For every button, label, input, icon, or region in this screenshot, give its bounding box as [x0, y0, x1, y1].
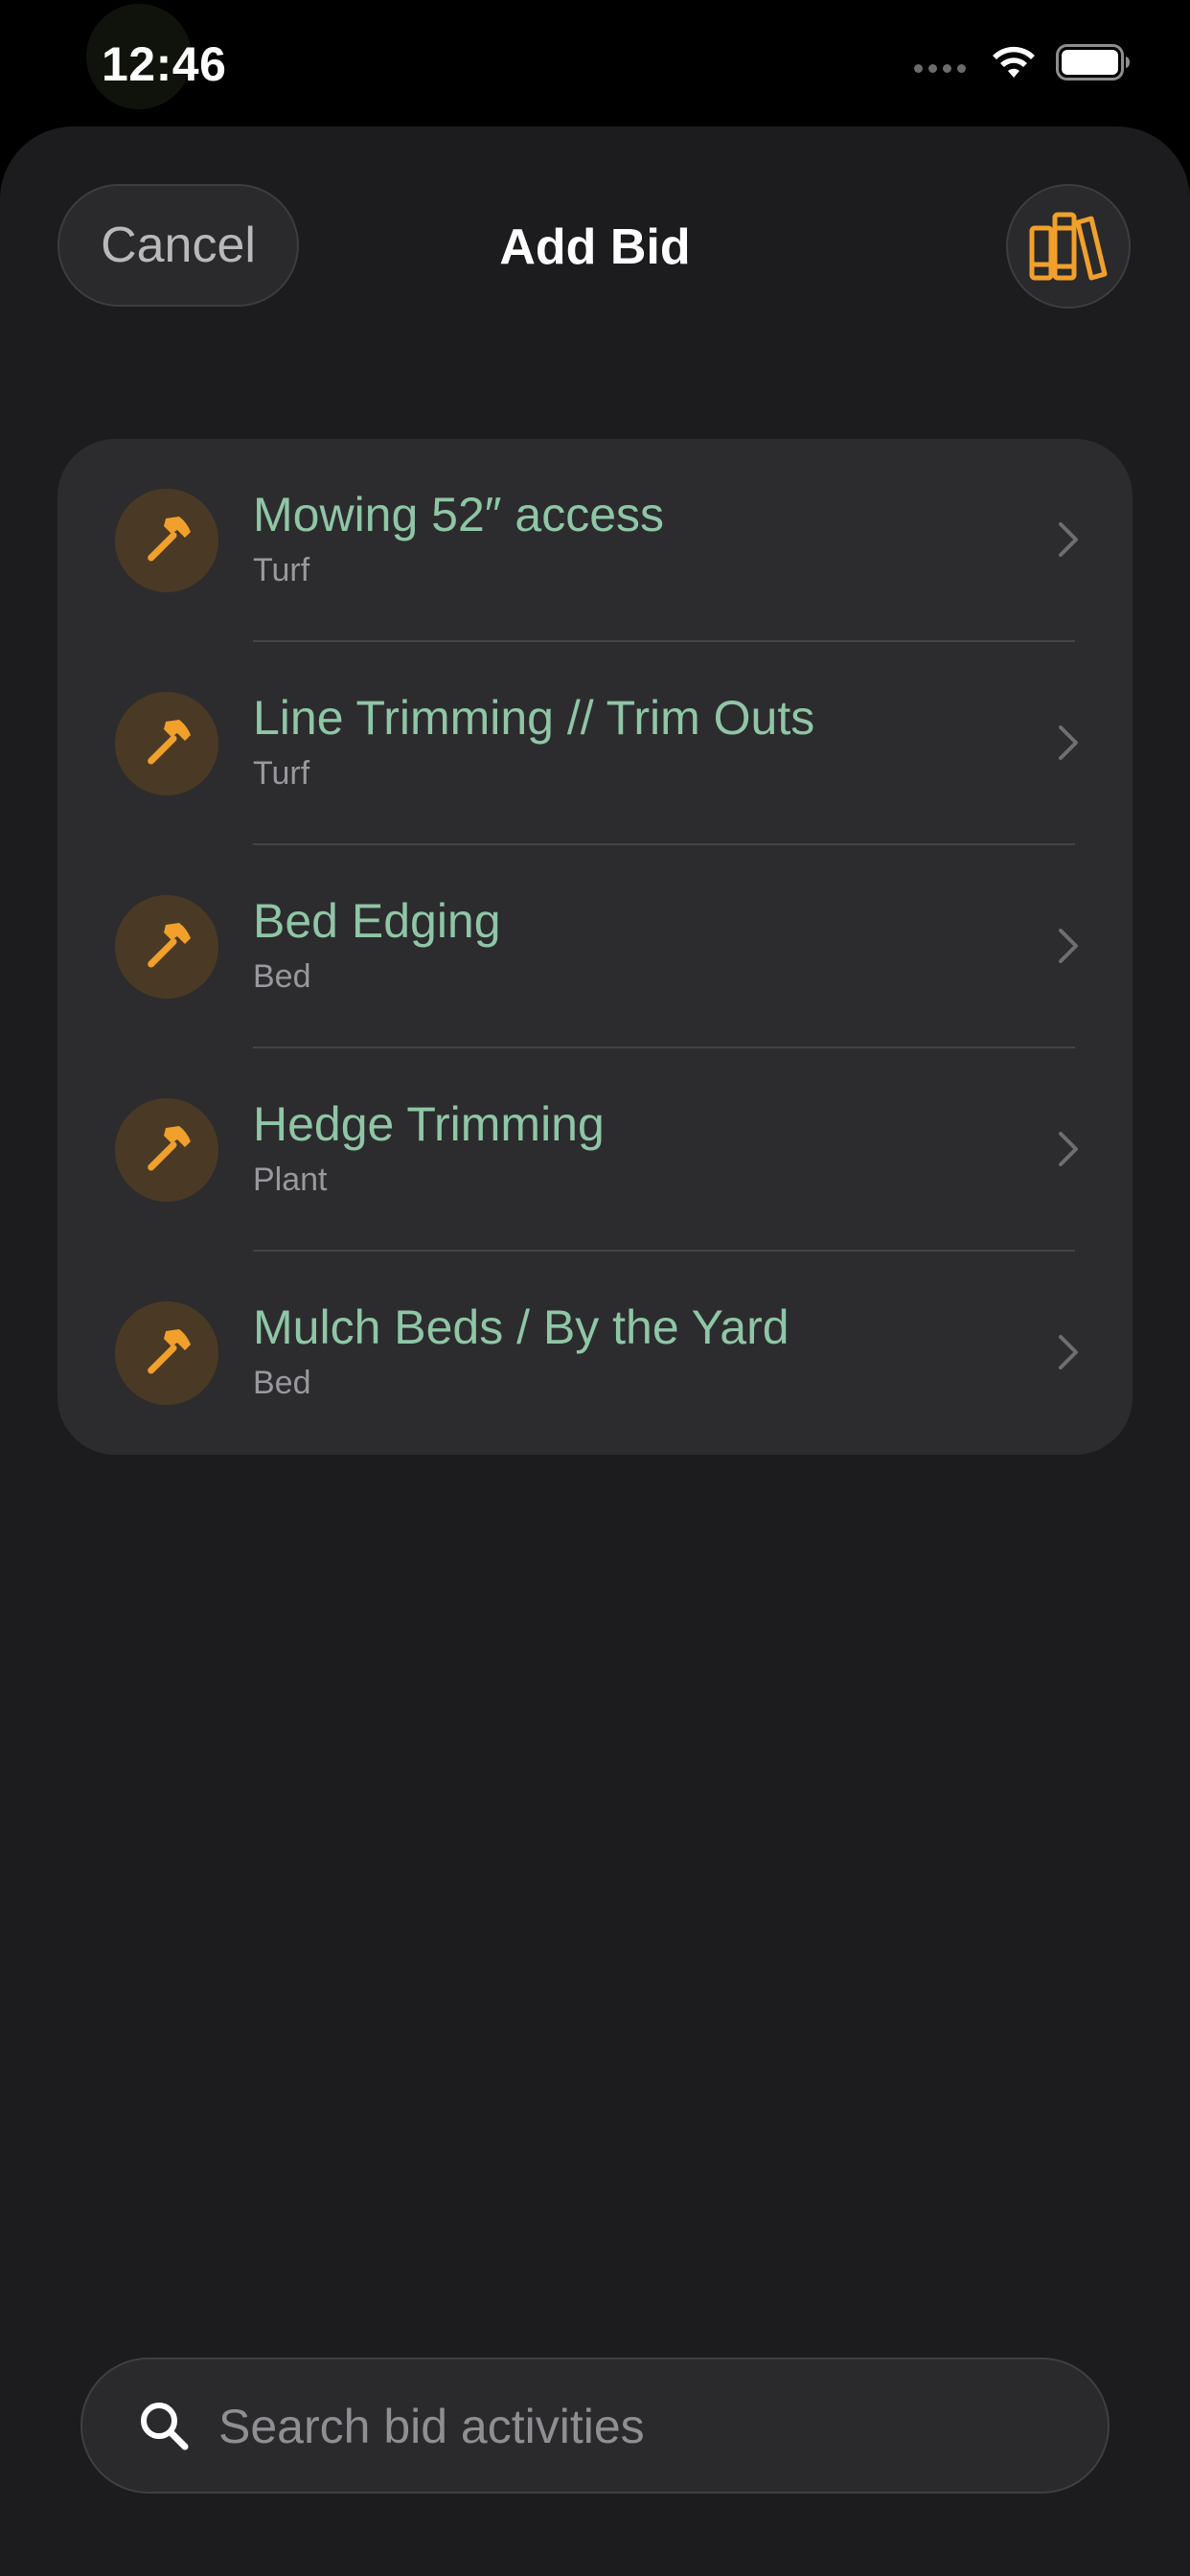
list-item[interactable]: Mulch Beds / By the Yard Bed	[57, 1252, 1133, 1455]
battery-icon	[1056, 44, 1130, 80]
search-bar[interactable]	[80, 2358, 1110, 2494]
item-icon-badge	[115, 895, 218, 999]
item-category: Bed	[253, 1365, 311, 1401]
cellular-signal-icon	[914, 63, 966, 73]
item-icon-badge	[115, 489, 218, 592]
item-title: Bed Edging	[253, 894, 501, 948]
hammer-icon	[148, 923, 191, 968]
list-item[interactable]: Line Trimming // Trim Outs Turf	[57, 642, 1133, 845]
chevron-right-icon	[1059, 1335, 1078, 1369]
chevron-right-icon	[1059, 522, 1078, 557]
list-item[interactable]: Hedge Trimming Plant	[57, 1048, 1133, 1252]
status-time: 12:46	[102, 37, 227, 91]
item-icon-badge	[115, 692, 218, 795]
item-category: Plant	[253, 1162, 328, 1198]
hammer-icon	[148, 720, 191, 765]
list-item[interactable]: Mowing 52″ access Turf	[57, 439, 1133, 642]
search-icon	[141, 2403, 189, 2450]
bid-activity-list: Mowing 52″ access Turf Line Trimming // …	[57, 439, 1133, 1455]
item-title: Hedge Trimming	[253, 1097, 605, 1151]
status-icons	[914, 44, 1131, 80]
hammer-icon	[148, 517, 191, 562]
item-icon-badge	[115, 1301, 218, 1405]
wifi-icon	[993, 46, 1035, 78]
chevron-right-icon	[1059, 725, 1078, 760]
books-icon	[1029, 212, 1108, 281]
item-title: Line Trimming // Trim Outs	[253, 691, 815, 745]
item-title: Mowing 52″ access	[253, 488, 665, 541]
list-item[interactable]: Bed Edging Bed	[57, 845, 1133, 1048]
status-bar: 12:46	[0, 0, 1190, 126]
item-category: Turf	[253, 552, 310, 588]
hammer-icon	[148, 1126, 191, 1171]
add-bid-sheet: Cancel Add Bid Mowing 52″ access Turf Li…	[0, 126, 1190, 2576]
chevron-right-icon	[1059, 1132, 1078, 1166]
library-button[interactable]	[1006, 184, 1131, 309]
screen: 12:46 Cancel Add Bid Mowing 52″ access T…	[0, 0, 1190, 2576]
item-category: Turf	[253, 755, 310, 792]
search-input[interactable]	[217, 2359, 1064, 2494]
item-title: Mulch Beds / By the Yard	[253, 1300, 790, 1354]
hammer-icon	[148, 1329, 191, 1374]
chevron-right-icon	[1059, 929, 1078, 963]
item-category: Bed	[253, 958, 311, 995]
item-icon-badge	[115, 1098, 218, 1202]
